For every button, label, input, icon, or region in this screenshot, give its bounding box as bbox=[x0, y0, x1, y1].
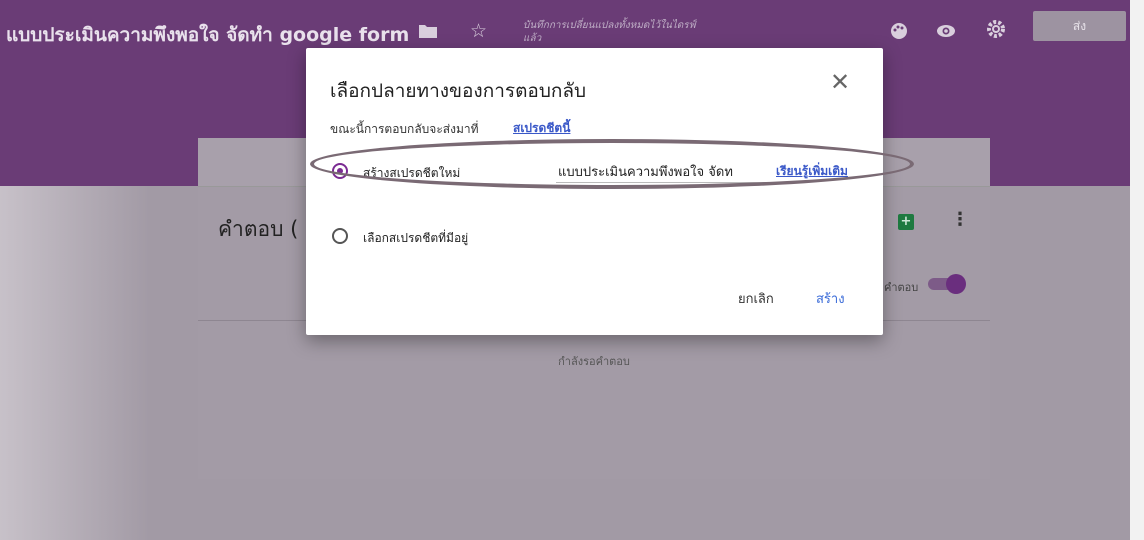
folder-icon[interactable] bbox=[418, 22, 438, 44]
dialog-title: เลือกปลายทางของการตอบกลับ bbox=[330, 80, 587, 102]
eye-icon[interactable] bbox=[936, 22, 956, 44]
responses-title: คำตอบ ( bbox=[218, 217, 299, 241]
cancel-button[interactable]: ยกเลิก bbox=[738, 288, 774, 309]
response-destination-dialog: เลือกปลายทางของการตอบกลับ ✕ ขณะนี้การตอบ… bbox=[306, 48, 883, 335]
more-vert-icon[interactable]: ⋮ bbox=[951, 209, 969, 230]
gear-icon[interactable] bbox=[986, 19, 1006, 44]
toggle-thumb bbox=[946, 274, 966, 294]
spreadsheet-icon[interactable]: + bbox=[898, 214, 914, 230]
page-edge bbox=[1130, 0, 1144, 540]
form-title[interactable]: แบบประเมินความพึงพอใจ จัดทำ google form bbox=[6, 20, 409, 50]
save-status: บันทึกการเปลี่ยนแปลงทั้งหมดไว้ในไดรฟ์แล้… bbox=[523, 20, 696, 44]
send-button[interactable]: ส่ง bbox=[1033, 11, 1126, 41]
option-existing-spreadsheet-label[interactable]: เลือกสเปรดชีตที่มีอยู่ bbox=[363, 229, 468, 248]
create-button[interactable]: สร้าง bbox=[816, 288, 845, 309]
highlight-ellipse-annotation bbox=[310, 139, 914, 189]
waiting-text: กำลังรอคำตอบ bbox=[558, 355, 630, 368]
palette-icon[interactable] bbox=[890, 22, 908, 45]
close-icon[interactable]: ✕ bbox=[830, 70, 850, 94]
radio-existing-spreadsheet[interactable] bbox=[332, 228, 348, 244]
star-icon[interactable]: ☆ bbox=[470, 20, 487, 42]
current-destination-link[interactable]: สเปรดชีตนี้ bbox=[513, 119, 570, 138]
current-destination-text: ขณะนี้การตอบกลับจะส่งมาที่ bbox=[330, 122, 479, 136]
accepting-responses-label: คำตอบ bbox=[884, 281, 919, 294]
background-shade bbox=[0, 186, 150, 540]
accepting-responses-toggle[interactable] bbox=[928, 274, 966, 294]
